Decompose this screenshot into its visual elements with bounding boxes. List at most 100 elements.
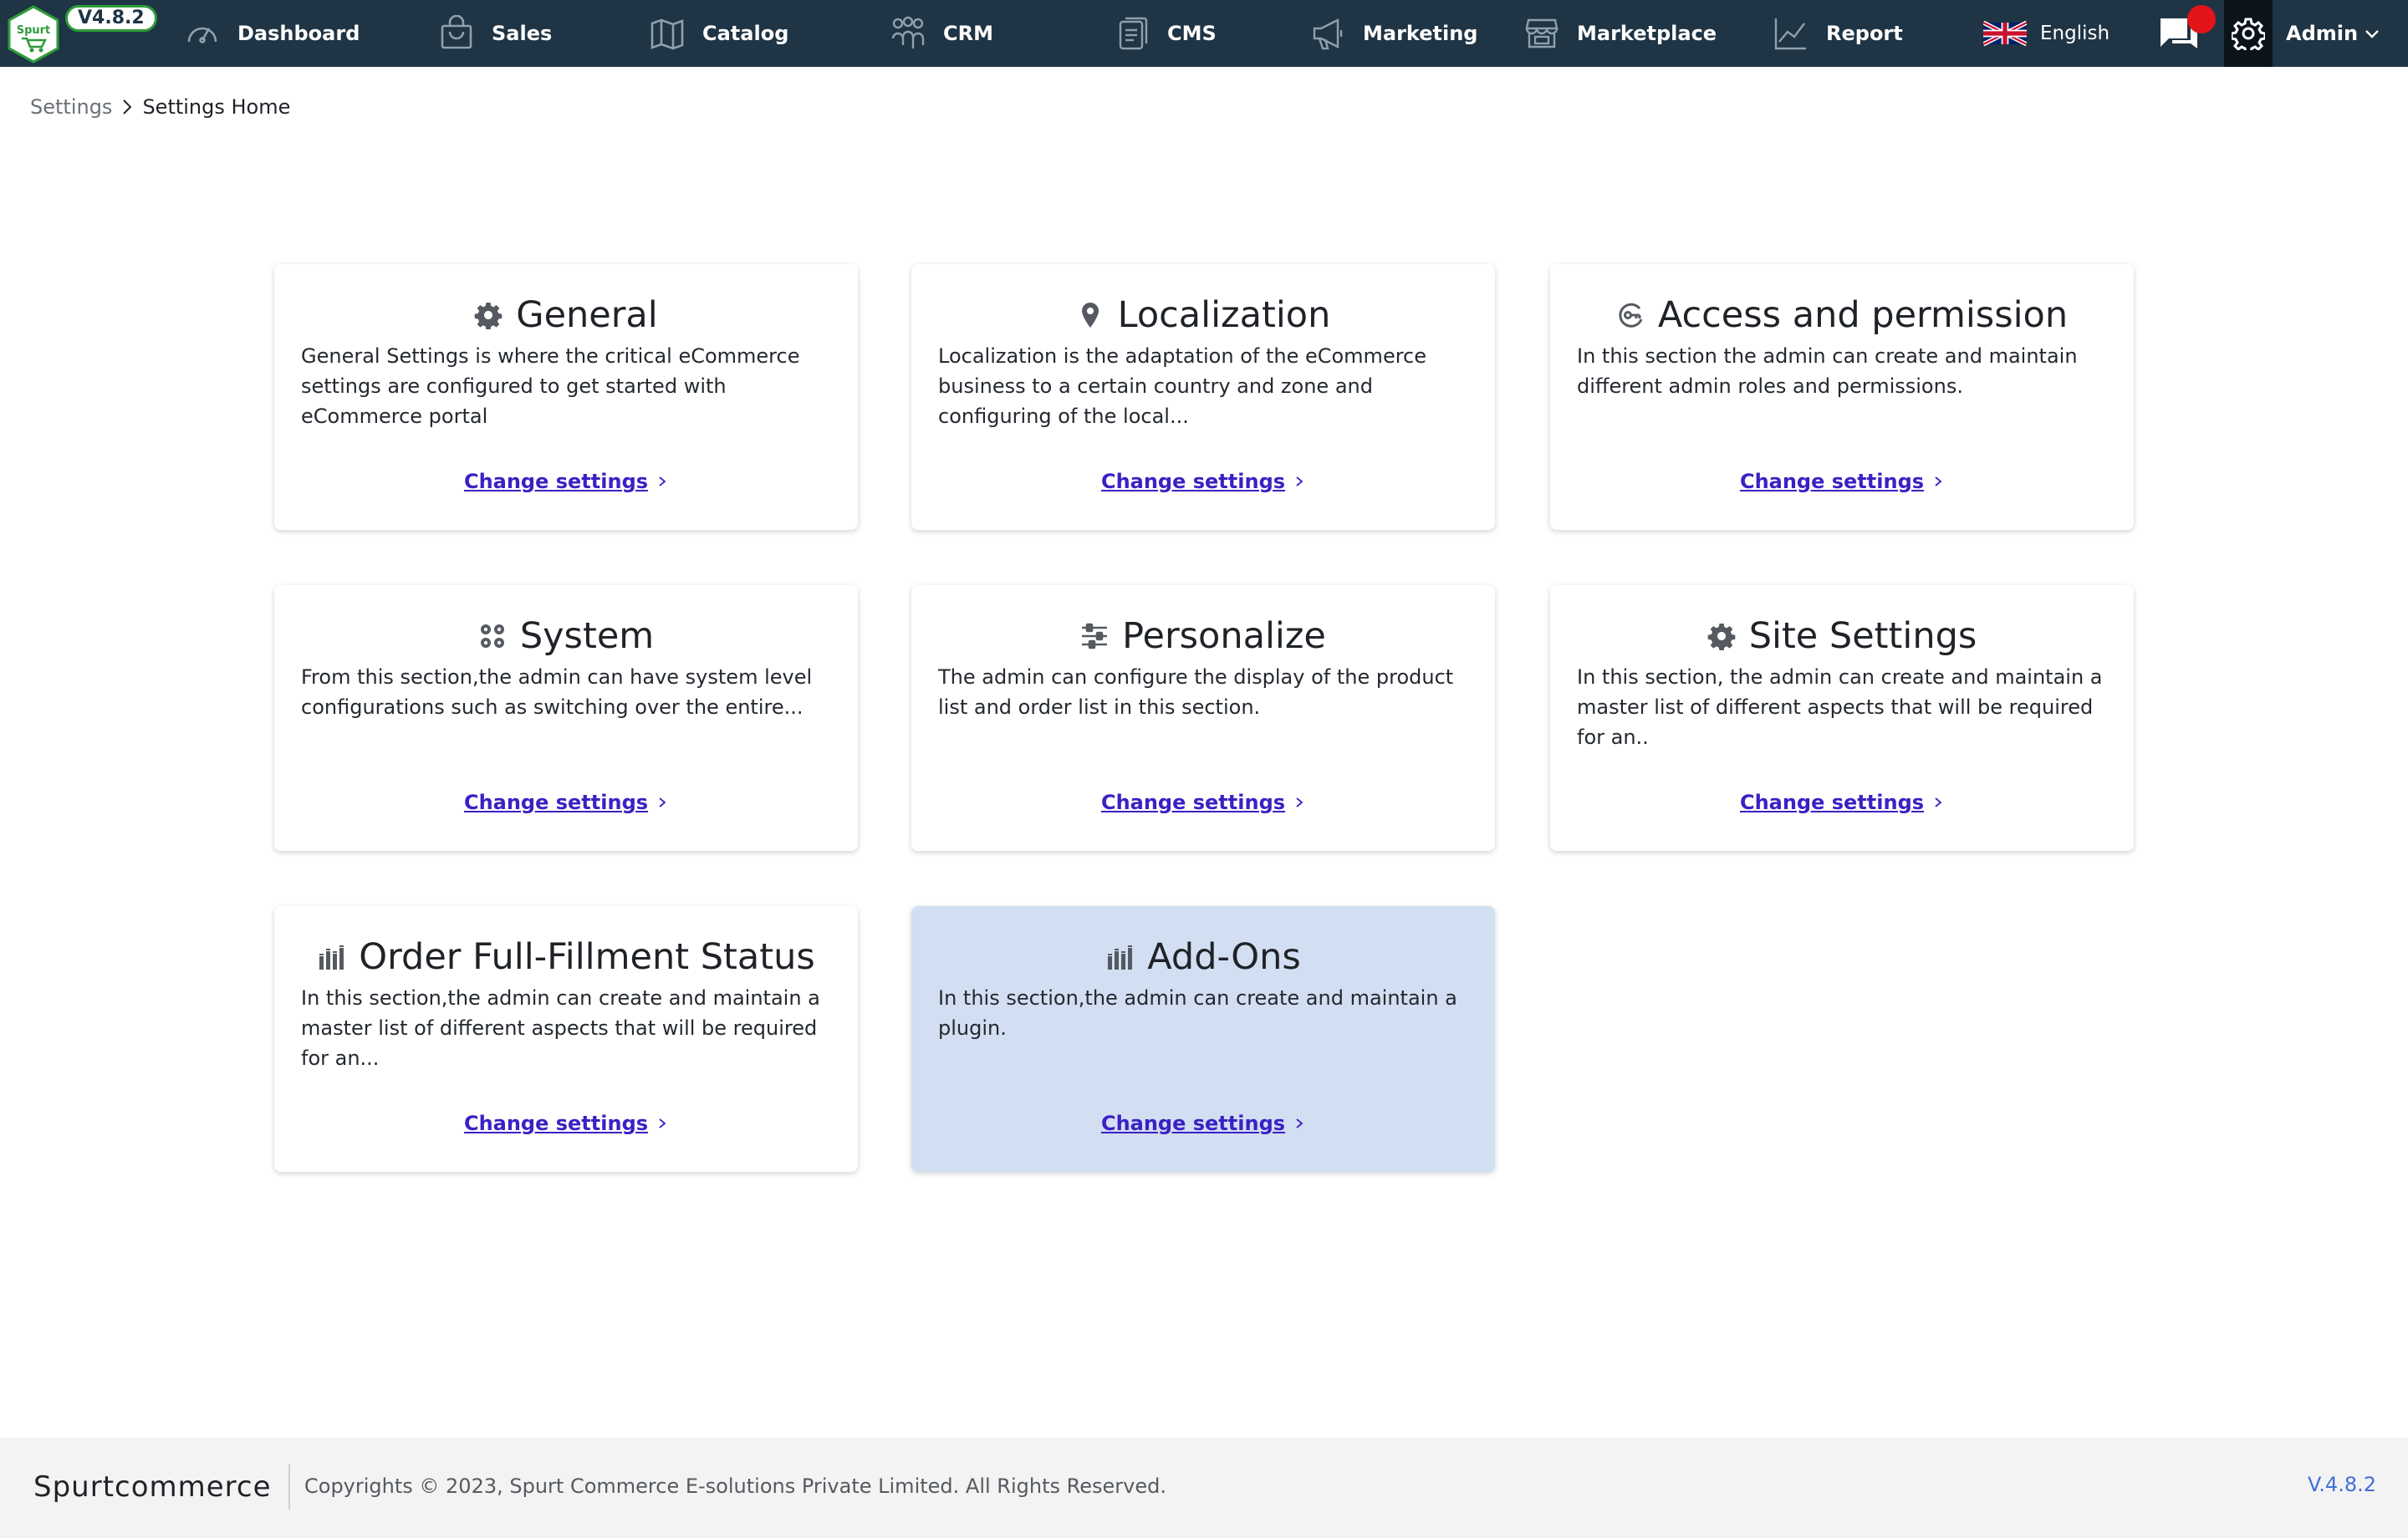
card-title-text: Order Full-Fillment Status — [359, 936, 815, 978]
change-settings-link[interactable]: Change settings — [911, 791, 1495, 814]
card-description: General Settings is where the critical e… — [301, 344, 800, 428]
user-name: Admin — [2286, 22, 2359, 45]
change-settings-link[interactable]: Change settings — [274, 791, 858, 814]
key-circle-icon — [1619, 303, 1643, 328]
card-description: In this section,the admin can create and… — [938, 986, 1457, 1040]
version-badge: V4.8.2 — [65, 5, 157, 32]
chevron-right-icon — [1296, 797, 1303, 807]
nav-item-catalog[interactable]: Catalog — [649, 0, 788, 67]
settings-card-system: System From this section,the admin can h… — [274, 585, 858, 851]
change-settings-link[interactable]: Change settings — [274, 470, 858, 493]
nav-label: Marketplace — [1577, 22, 1717, 45]
chevron-right-icon — [1935, 476, 1942, 486]
card-title: Access and permission — [1550, 294, 2134, 336]
nav-label: Report — [1826, 22, 1903, 45]
language-selector[interactable]: English — [1983, 0, 2110, 67]
settings-card-site-settings: Site Settings In this section, the admin… — [1550, 585, 2134, 851]
trend-chart-icon — [1774, 18, 1806, 50]
nav-label: Catalog — [702, 22, 789, 45]
nav-item-marketing[interactable]: Marketing — [1309, 0, 1477, 67]
chevron-right-icon — [659, 476, 666, 486]
chevron-right-icon — [123, 99, 132, 115]
link-text: Change settings — [463, 791, 649, 814]
card-description: In this section, the admin can create an… — [1577, 665, 2103, 749]
link-text: Change settings — [1100, 791, 1286, 814]
link-text: Change settings — [463, 470, 649, 493]
settings-button[interactable] — [2224, 0, 2273, 67]
gauge-icon — [187, 27, 217, 43]
uk-flag-icon — [1983, 21, 2027, 46]
chevron-right-icon — [659, 797, 666, 807]
card-title: System — [274, 615, 858, 657]
shopping-bag-icon — [441, 15, 472, 49]
svg-text:Spurt: Spurt — [17, 24, 51, 37]
chevron-down-icon — [2365, 30, 2379, 38]
link-text: Change settings — [1739, 791, 1925, 814]
messages-button[interactable] — [2155, 5, 2216, 60]
card-title-text: Add-Ons — [1147, 936, 1301, 978]
megaphone-icon — [1313, 18, 1343, 50]
footer-brand: Spurtcommerce — [33, 1464, 290, 1510]
card-description: The admin can configure the display of t… — [938, 665, 1454, 719]
notification-dot — [2187, 5, 2216, 33]
change-settings-link[interactable]: Change settings — [274, 1112, 858, 1135]
breadcrumb: Settings Settings Home — [30, 95, 290, 119]
card-title-text: Site Settings — [1748, 615, 1977, 657]
card-title: General — [274, 294, 858, 336]
change-settings-link[interactable]: Change settings — [911, 1112, 1495, 1135]
footer-version: V.4.8.2 — [2307, 1473, 2376, 1496]
gear-icon — [2232, 18, 2265, 50]
card-description: In this section,the admin can create and… — [301, 986, 820, 1070]
nav-item-sales[interactable]: Sales — [438, 0, 552, 67]
card-description: Localization is the adaptation of the eC… — [938, 344, 1427, 428]
card-description: From this section,the admin can have sys… — [301, 665, 813, 719]
nav-item-crm[interactable]: CRM — [890, 0, 993, 67]
settings-card-localization: Localization Localization is the adaptat… — [911, 264, 1495, 530]
card-title: Site Settings — [1550, 615, 2134, 657]
nav-item-marketplace[interactable]: Marketplace — [1523, 0, 1717, 67]
settings-card-personalize: Personalize The admin can configure the … — [911, 585, 1495, 851]
footer: Spurtcommerce Copyrights © 2023, Spurt C… — [0, 1438, 2408, 1538]
change-settings-link[interactable]: Change settings — [1550, 791, 2134, 814]
link-text: Change settings — [1100, 470, 1286, 493]
chevron-right-icon — [1935, 797, 1942, 807]
language-label: English — [2040, 23, 2110, 44]
cog-icon — [1707, 624, 1736, 650]
change-settings-link[interactable]: Change settings — [1550, 470, 2134, 493]
change-settings-link[interactable]: Change settings — [911, 470, 1495, 493]
settings-card-add-ons: Add-Ons In this section,the admin can cr… — [911, 906, 1495, 1172]
card-title: Localization — [911, 294, 1495, 336]
bars-icon — [1108, 945, 1133, 970]
nav-label: Sales — [492, 22, 553, 45]
card-title: Personalize — [911, 615, 1495, 657]
card-title: Order Full-Fillment Status — [274, 936, 858, 978]
card-title-text: System — [519, 615, 655, 657]
breadcrumb-settings[interactable]: Settings — [30, 95, 112, 119]
breadcrumb-current: Settings Home — [142, 95, 291, 119]
nav-item-report[interactable]: Report — [1773, 0, 1903, 67]
top-navigation-bar: Spurt V4.8.2 Dashboard Sales Catalog CRM — [0, 0, 2408, 67]
nav-item-cms[interactable]: CMS — [1114, 0, 1217, 67]
document-icon — [1119, 17, 1148, 50]
link-text: Change settings — [1739, 470, 1925, 493]
link-text: Change settings — [463, 1112, 649, 1135]
card-title-text: Localization — [1117, 294, 1331, 336]
nav-label: CRM — [943, 22, 993, 45]
cogs-icon — [480, 624, 504, 648]
chevron-right-icon — [659, 1118, 666, 1128]
settings-card-access-permission: Access and permission In this section th… — [1550, 264, 2134, 530]
nav-label: Dashboard — [237, 22, 360, 45]
card-title-text: Personalize — [1122, 615, 1326, 657]
settings-card-general: General General Settings is where the cr… — [274, 264, 858, 530]
nav-item-dashboard[interactable]: Dashboard — [184, 0, 360, 67]
user-menu[interactable]: Admin — [2286, 0, 2381, 67]
sliders-icon — [1082, 623, 1108, 649]
map-pin-icon — [1081, 303, 1099, 328]
app-logo[interactable]: Spurt V4.8.2 — [7, 3, 157, 64]
nav-label: Marketing — [1363, 22, 1478, 45]
spurt-logo-icon: Spurt — [8, 5, 59, 64]
store-icon — [1525, 18, 1559, 48]
chevron-right-icon — [1296, 476, 1303, 486]
card-title-text: Access and permission — [1657, 294, 2069, 336]
nav-label: CMS — [1167, 22, 1217, 45]
